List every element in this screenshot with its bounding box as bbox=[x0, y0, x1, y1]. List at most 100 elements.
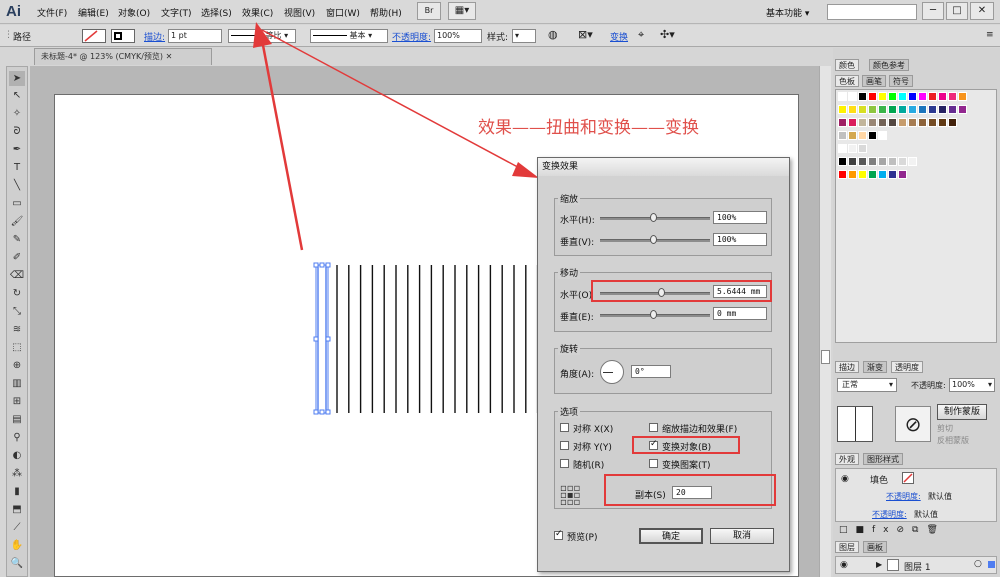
swatch[interactable] bbox=[858, 105, 867, 114]
move-vertical-field[interactable]: 0 mm bbox=[713, 307, 767, 320]
tab-symbols[interactable]: 符号 bbox=[889, 75, 913, 87]
swatch[interactable] bbox=[948, 92, 957, 101]
swatch[interactable] bbox=[908, 92, 917, 101]
swatch[interactable] bbox=[918, 92, 927, 101]
fill-opacity-link[interactable]: 不透明度: bbox=[886, 491, 921, 502]
symbol-sprayer-tool-icon[interactable]: ⁂ bbox=[9, 466, 25, 481]
tab-layers[interactable]: 图层 bbox=[835, 541, 859, 553]
tab-swatches[interactable]: 色板 bbox=[835, 75, 859, 87]
tab-artboards[interactable]: 画板 bbox=[863, 541, 887, 553]
vertical-scrollbar[interactable] bbox=[819, 66, 831, 577]
layer-row[interactable]: ◉ ▶ 图层 1 ○ bbox=[835, 556, 997, 574]
swatch[interactable] bbox=[868, 157, 877, 166]
swatch[interactable] bbox=[858, 157, 867, 166]
swatch[interactable] bbox=[848, 92, 857, 101]
swatch[interactable] bbox=[848, 157, 857, 166]
swatch[interactable] bbox=[888, 157, 897, 166]
swatch[interactable] bbox=[848, 105, 857, 114]
swatch[interactable] bbox=[878, 170, 887, 179]
swatch[interactable] bbox=[948, 105, 957, 114]
magic-wand-tool-icon[interactable]: ✧ bbox=[9, 106, 25, 121]
eyedropper-tool-icon[interactable]: ⚲ bbox=[9, 430, 25, 445]
swatch[interactable] bbox=[868, 105, 877, 114]
blob-brush-tool-icon[interactable]: ✐ bbox=[9, 250, 25, 265]
swatch[interactable] bbox=[878, 92, 887, 101]
mesh-tool-icon[interactable]: ⊞ bbox=[9, 394, 25, 409]
hand-tool-icon[interactable]: ✋ bbox=[9, 538, 25, 553]
pen-tool-icon[interactable]: ✒ bbox=[9, 142, 25, 157]
swatch[interactable] bbox=[848, 144, 857, 153]
scale-strokes-checkbox[interactable] bbox=[649, 423, 658, 432]
slice-tool-icon[interactable]: ⟋ bbox=[9, 520, 25, 535]
scale-horizontal-knob[interactable] bbox=[650, 213, 657, 222]
line-tool-icon[interactable]: ╲ bbox=[9, 178, 25, 193]
scroll-thumb[interactable] bbox=[821, 350, 830, 364]
swatch[interactable] bbox=[948, 118, 957, 127]
swatch[interactable] bbox=[918, 118, 927, 127]
swatch[interactable] bbox=[938, 105, 947, 114]
swatch[interactable] bbox=[838, 131, 847, 140]
swatch[interactable] bbox=[838, 157, 847, 166]
scale-horizontal-field[interactable]: 100% bbox=[713, 211, 767, 224]
move-vertical-knob[interactable] bbox=[650, 310, 657, 319]
zoom-tool-icon[interactable]: 🔍 bbox=[9, 556, 25, 571]
random-checkbox[interactable] bbox=[560, 459, 569, 468]
swatch[interactable] bbox=[908, 105, 917, 114]
swatch[interactable] bbox=[938, 118, 947, 127]
blend-mode-select[interactable]: 正常 ▾ bbox=[837, 378, 897, 392]
swatch[interactable] bbox=[838, 92, 847, 101]
swatch[interactable] bbox=[958, 92, 967, 101]
cancel-button[interactable]: 取消 bbox=[710, 528, 774, 544]
swatch[interactable] bbox=[868, 92, 877, 101]
swatch[interactable] bbox=[898, 118, 907, 127]
swatch[interactable] bbox=[898, 92, 907, 101]
eraser-tool-icon[interactable]: ⌫ bbox=[9, 268, 25, 283]
column-graph-tool-icon[interactable]: ▮ bbox=[9, 484, 25, 499]
layer-visibility-icon[interactable]: ◉ bbox=[840, 560, 848, 570]
swatch[interactable] bbox=[868, 170, 877, 179]
paintbrush-tool-icon[interactable]: 🖌 bbox=[9, 214, 25, 229]
swatch[interactable] bbox=[928, 105, 937, 114]
angle-dial[interactable] bbox=[600, 360, 624, 384]
swatch[interactable] bbox=[888, 170, 897, 179]
scale-vertical-knob[interactable] bbox=[650, 235, 657, 244]
tab-brushes[interactable]: 画笔 bbox=[862, 75, 886, 87]
swatch[interactable] bbox=[858, 170, 867, 179]
scale-tool-icon[interactable]: ⤡ bbox=[9, 304, 25, 319]
selection-tool-icon[interactable]: ➤ bbox=[9, 71, 25, 86]
warp-tool-icon[interactable]: ≋ bbox=[9, 322, 25, 337]
rotate-tool-icon[interactable]: ↻ bbox=[9, 286, 25, 301]
swatch[interactable] bbox=[878, 118, 887, 127]
swatch[interactable] bbox=[888, 118, 897, 127]
free-transform-tool-icon[interactable]: ⬚ bbox=[9, 340, 25, 355]
scale-vertical-field[interactable]: 100% bbox=[713, 233, 767, 246]
swatch[interactable] bbox=[858, 144, 867, 153]
object-opacity-link[interactable]: 不透明度: bbox=[872, 509, 907, 520]
visibility-eye-icon[interactable]: ◉ bbox=[841, 474, 849, 484]
reference-point-icon[interactable]: ▫▫▫ ▫▪▫ ▫▫▫ bbox=[560, 484, 580, 508]
tab-color-guide[interactable]: 颜色参考 bbox=[869, 59, 909, 71]
type-tool-icon[interactable]: T bbox=[9, 160, 25, 175]
swatch[interactable] bbox=[868, 118, 877, 127]
swatch[interactable] bbox=[898, 105, 907, 114]
swatch[interactable] bbox=[958, 105, 967, 114]
swatch[interactable] bbox=[868, 131, 877, 140]
swatch[interactable] bbox=[898, 170, 907, 179]
appearance-fill-swatch[interactable] bbox=[902, 472, 914, 484]
ok-button[interactable]: 确定 bbox=[639, 528, 703, 544]
preview-checkbox[interactable] bbox=[554, 529, 563, 540]
tab-graphic-styles[interactable]: 图形样式 bbox=[863, 453, 903, 465]
artboard-tool-icon[interactable]: ⬒ bbox=[9, 502, 25, 517]
transform-patterns-checkbox[interactable] bbox=[649, 459, 658, 468]
swatch[interactable] bbox=[928, 92, 937, 101]
tab-stroke[interactable]: 描边 bbox=[835, 361, 859, 373]
swatch[interactable] bbox=[858, 92, 867, 101]
appearance-footer-icons[interactable]: □■fx⊘⧉🗑 bbox=[839, 525, 946, 535]
swatch[interactable] bbox=[878, 157, 887, 166]
swatch[interactable] bbox=[838, 105, 847, 114]
swatch[interactable] bbox=[858, 131, 867, 140]
swatch[interactable] bbox=[878, 105, 887, 114]
gradient-tool-icon[interactable]: ▤ bbox=[9, 412, 25, 427]
swatch[interactable] bbox=[848, 118, 857, 127]
tab-color[interactable]: 颜色 bbox=[835, 59, 859, 71]
